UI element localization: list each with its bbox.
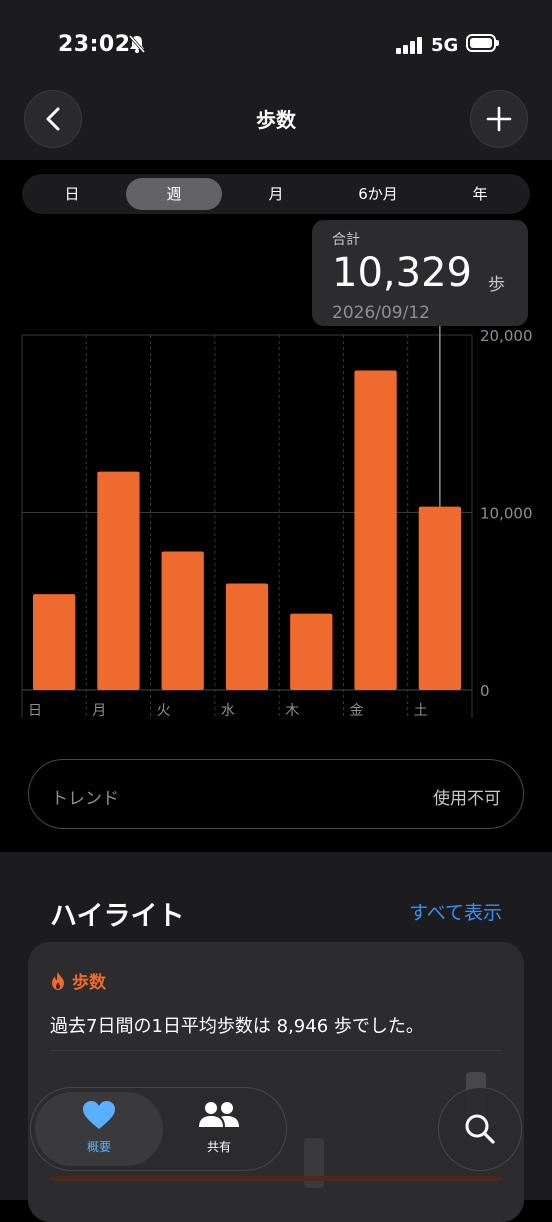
segment-year[interactable]: 年 [430, 178, 530, 210]
highlight-card[interactable]: 歩数 過去7日間の1日平均歩数は 8,946 歩でした。 [28, 942, 524, 1222]
highlight-card-text: 過去7日間の1日平均歩数は 8,946 歩でした。 [50, 1016, 424, 1037]
segment-month[interactable]: 月 [226, 178, 326, 210]
bell-slash-icon [128, 34, 146, 58]
x-tick-label: 木 [285, 703, 299, 719]
tooltip-date: 2026/09/12 [332, 303, 430, 323]
bar [97, 471, 140, 690]
search-icon [465, 1114, 495, 1144]
y-tick-label: 0 [480, 682, 490, 700]
bar [418, 506, 461, 690]
flame-icon [52, 971, 64, 990]
tab-summary[interactable]: 概要 [39, 1100, 159, 1155]
bar [354, 370, 397, 690]
divider [50, 1050, 502, 1051]
bar [225, 583, 269, 690]
status-time: 23:02 [58, 32, 131, 57]
steps-chart: 0 10,000 20,000 日 月 火 水 木 金 土 合計 10,329 歩 2026/09/12 [0, 215, 552, 720]
x-tick-label: 金 [349, 703, 363, 719]
plus-icon [486, 106, 512, 132]
x-tick-label: 火 [157, 703, 171, 719]
bar [290, 613, 333, 690]
x-tick-label: 水 [221, 703, 235, 719]
x-tick-label: 日 [28, 703, 42, 719]
x-tick-label: 土 [414, 703, 428, 719]
status-bar: 23:02 5G [0, 0, 552, 90]
tab-sharing[interactable]: 共有 [159, 1100, 279, 1155]
nav-bar: 歩数 [0, 90, 552, 160]
period-segmented-control: 日 週 月 6か月 年 [22, 174, 530, 214]
battery-icon [466, 34, 499, 52]
signal-icon [396, 36, 424, 54]
tab-summary-label: 概要 [86, 1140, 111, 1154]
tab-sharing-label: 共有 [206, 1140, 231, 1154]
add-data-button[interactable] [470, 90, 528, 148]
heart-icon [83, 1101, 115, 1129]
people-icon [199, 1102, 239, 1127]
steps-bar-chart[interactable]: 0 10,000 20,000 日 月 火 水 木 金 土 合計 10,329 歩 2026/09/12 [0, 215, 552, 720]
show-all-link[interactable]: すべて表示 [409, 898, 502, 925]
highlight-card-category: 歩数 [50, 968, 106, 993]
bar [161, 551, 204, 690]
y-tick-label: 10,000 [480, 505, 533, 523]
trend-value: 使用不可 [433, 789, 501, 809]
tooltip-value: 10,329 [332, 250, 472, 296]
segment-week[interactable]: 週 [126, 178, 222, 210]
network-type: 5G [431, 35, 459, 56]
tab-bar: 概要 共有 [30, 1087, 287, 1171]
segment-6-months[interactable]: 6か月 [328, 178, 428, 210]
highlight-category-label: 歩数 [72, 973, 106, 993]
trend-label: トレンド [51, 789, 119, 809]
bar [33, 594, 76, 690]
y-tick-label: 20,000 [480, 327, 533, 345]
tooltip-unit: 歩 [488, 275, 505, 295]
mini-chart-baseline [50, 1176, 502, 1181]
tooltip-caption: 合計 [332, 232, 360, 248]
x-tick-label: 月 [92, 703, 106, 719]
highlights-title: ハイライト [50, 901, 185, 932]
segment-day[interactable]: 日 [22, 178, 122, 210]
trend-row[interactable]: トレンド 使用不可 [28, 759, 524, 829]
search-button[interactable] [438, 1087, 522, 1171]
